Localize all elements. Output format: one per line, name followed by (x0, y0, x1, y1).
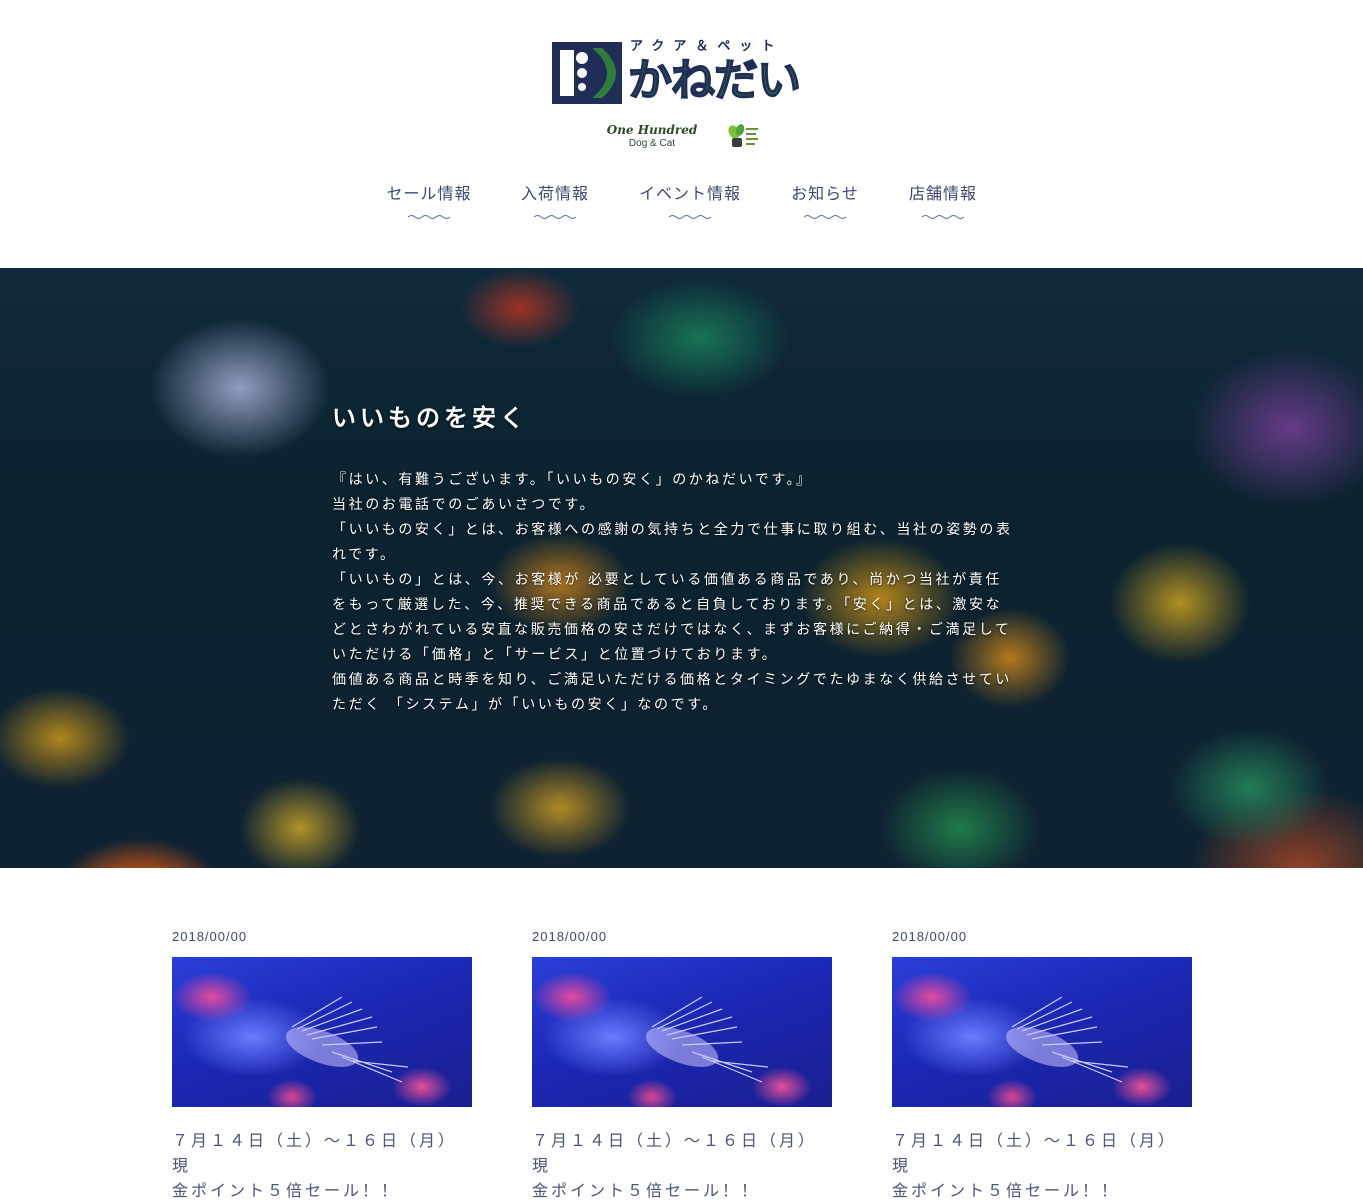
lionfish-thumbnail[interactable] (172, 957, 472, 1107)
logo-mark-icon (552, 42, 622, 104)
news-title: ７月１４日（土）〜１６日（月）現 金ポイント５倍セール！！ (892, 1128, 1192, 1200)
site-header: アクア＆ペット かねだい One Hundred Dog & Cat セール情報… (0, 0, 1363, 268)
dog-cat-caption: Dog & Cat (628, 138, 676, 149)
hero-line: ただく 「システム」が「いいもの安く」なのです。 (332, 697, 720, 713)
news-title-line: 金ポイント５倍セール！！ (532, 1181, 761, 1200)
brand-logo[interactable]: アクア＆ペット かねだい (552, 40, 814, 108)
nav-item-news[interactable]: お知らせ (786, 182, 864, 230)
wave-underline-icon (408, 215, 450, 219)
news-date: 2018/00/00 (532, 929, 608, 944)
nav-label: 店舗情報 (908, 184, 977, 203)
news-title-line: ７月１４日（土）〜１６日（月）現 (892, 1131, 1178, 1175)
one-hundred-logo[interactable]: One Hundred Dog & Cat (602, 122, 702, 154)
wave-underline-icon (534, 215, 576, 219)
news-title: ７月１４日（土）〜１６日（月）現 金ポイント５倍セール！！ (532, 1128, 832, 1200)
wave-underline-icon (804, 215, 846, 219)
nav-label: お知らせ (791, 184, 859, 203)
hero-line: 「いいもの」とは、今、お客様が 必要としている価値ある商品であり、尚かつ当社が責… (332, 572, 1002, 588)
hero-line: 『はい、有難うございます。「いいもの安く」のかねだいです。』 (332, 472, 813, 488)
lionfish-icon (1005, 996, 1129, 1083)
logo-name: かねだい (627, 54, 802, 107)
hero-line: 価値ある商品と時季を知り、ご満足いただける価格とタイミングでたゆまなく供給させて… (332, 672, 1013, 688)
one-hundred-script: One Hundred (606, 123, 698, 137)
nav-item-arrivals[interactable]: 入荷情報 (516, 182, 594, 230)
nav-label: イベント情報 (638, 184, 741, 203)
hero-line: 「いいもの安く」とは、お客様への感謝の気持ちと全力で仕事に取り組む、当社の姿勢の… (332, 522, 1013, 538)
wave-underline-icon (922, 215, 964, 219)
nav-item-stores[interactable]: 店舗情報 (904, 182, 982, 230)
news-date: 2018/00/00 (892, 929, 968, 944)
logo-kana: アクア＆ペット (630, 39, 784, 54)
hero-line: 当社のお電話でのごあいさつです。 (332, 497, 597, 513)
nav-label: 入荷情報 (520, 184, 589, 203)
hero-line: れです。 (332, 547, 397, 563)
nav-item-sale[interactable]: セール情報 (384, 182, 474, 230)
main-nav: セール情報 入荷情報 イベント情報 お知らせ 店舗情報 (0, 182, 1363, 230)
hero-title: いいものを安く (332, 404, 528, 432)
news-card[interactable]: 2018/00/00 ７月１４日（土）〜１６日（月）現 金ポイント５倍セール！！ (532, 928, 832, 1200)
lionfish-icon (645, 996, 769, 1083)
news-title-line: 金ポイント５倍セール！！ (172, 1181, 401, 1200)
news-title-line: ７月１４日（土）〜１６日（月）現 (172, 1131, 458, 1175)
news-title-line: ７月１４日（土）〜１６日（月）現 (532, 1131, 818, 1175)
news-title: ７月１４日（土）〜１６日（月）現 金ポイント５倍セール！！ (172, 1128, 472, 1200)
nav-item-events[interactable]: イベント情報 (634, 182, 746, 230)
hero-body: 『はい、有難うございます。「いいもの安く」のかねだいです。』 当社のお電話でのご… (332, 468, 1032, 728)
news-card[interactable]: 2018/00/00 ７月１４日（土）〜１６日（月）現 金ポイント５倍セール！！ (892, 928, 1192, 1200)
hero-line: をもって厳選した、今、推奨できる商品であると自負しております。「安く」とは、激安… (332, 597, 1003, 613)
lionfish-thumbnail[interactable] (892, 957, 1192, 1107)
pet-aqua-plant-logo-icon[interactable] (722, 122, 762, 152)
wave-underline-icon (669, 215, 711, 219)
news-title-line: 金ポイント５倍セール！！ (892, 1181, 1121, 1200)
nav-label: セール情報 (386, 184, 472, 203)
hero-line: どとさわがれている安直な販売価格の安さだけではなく、まずお客様にご納得・ご満足し… (332, 622, 1012, 638)
news-date: 2018/00/00 (172, 929, 248, 944)
news-card[interactable]: 2018/00/00 ７月１４日（土）〜１６日（月）現 金ポイント５倍セール！！ (172, 928, 472, 1200)
hero-line: いただける「価格」と「サービス」と位置づけております。 (332, 647, 779, 663)
lionfish-thumbnail[interactable] (532, 957, 832, 1107)
news-list: 2018/00/00 ７月１４日（土）〜１６日（月）現 金ポイント５倍セール！！… (0, 868, 1363, 1200)
hero-coral-reef-banner: いいものを安く 『はい、有難うございます。「いいもの安く」のかねだいです。』 当… (0, 268, 1363, 868)
lionfish-icon (285, 996, 409, 1083)
